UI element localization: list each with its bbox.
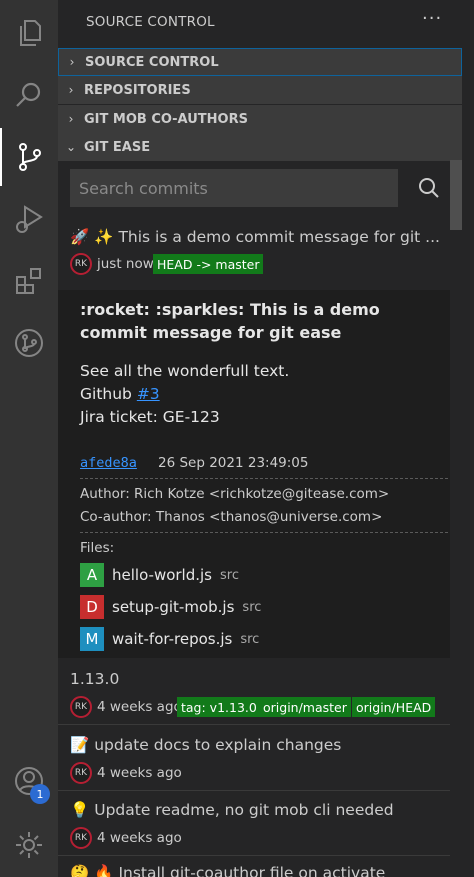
divider [58,790,450,791]
run-debug-icon[interactable] [0,190,58,248]
body-prefix: Github [80,385,137,403]
files-label: Files: [80,540,115,556]
source-control-sidebar: SOURCE CONTROL ··· › SOURCE CONTROL › RE… [58,0,474,877]
file-dir: src [242,599,262,615]
search-commits-input[interactable]: Search commits [70,169,398,207]
commit-subject[interactable]: 🤔 🔥 Install git-coauthor file on activat… [70,864,448,877]
commit-time: 4 weeks ago [97,699,182,715]
added-status-icon: A [80,563,104,587]
details-body-line: Github #3 [80,385,160,403]
commit-subject[interactable]: 💡 Update readme, no git mob cli needed [70,801,448,819]
commit-time: 4 weeks ago [97,765,182,781]
section-label: REPOSITORIES [84,82,191,98]
coauthor-line: Co-author: Thanos <thanos@universe.com> [80,509,383,525]
scrollbar-thumb[interactable] [450,160,462,230]
file-item[interactable]: M wait-for-repos.js src [80,626,259,652]
avatar: RK [70,696,92,718]
file-dir: src [220,567,239,583]
divider [80,478,448,479]
section-label: GIT EASE [84,139,151,155]
file-dir: src [240,631,260,647]
file-item[interactable]: A hello-world.js src [80,562,239,588]
avatar: RK [70,253,92,275]
file-item[interactable]: D setup-git-mob.js src [80,594,261,620]
file-name: setup-git-mob.js [112,598,235,616]
ref-tag: origin/HEAD [352,697,436,717]
git-ease-icon[interactable] [0,314,58,372]
chevron-right-icon: › [68,112,74,126]
details-body-line: See all the wonderfull text. [80,362,290,380]
details-title: :rocket: :sparkles: This is a demo commi… [80,300,380,342]
chevron-down-icon: ⌄ [65,140,77,154]
avatar: RK [70,762,92,784]
explorer-icon[interactable] [0,4,58,62]
chevron-right-icon: › [69,55,75,69]
divider [80,532,448,533]
divider [58,855,450,856]
avatar: RK [70,827,92,849]
deleted-status-icon: D [80,595,104,619]
commit-date: 26 Sep 2021 23:49:05 [158,455,309,471]
commit-time: just now [97,256,154,272]
commit-details-panel: :rocket: :sparkles: This is a demo commi… [58,290,450,658]
chevron-right-icon: › [68,83,74,97]
ref-tag: tag: v1.13.0 [177,697,261,717]
extensions-icon[interactable] [0,252,58,310]
commit-hash-link[interactable]: afede8a [80,455,137,471]
search-button[interactable] [410,169,448,207]
section-label: GIT MOB CO-AUTHORS [84,111,248,127]
section-repositories[interactable]: › REPOSITORIES [58,76,462,104]
settings-gear-icon[interactable] [0,816,58,874]
divider [58,724,450,725]
search-icon[interactable] [0,66,58,124]
ref-tag: HEAD -> master [153,254,264,274]
modified-status-icon: M [80,627,104,651]
source-control-icon[interactable] [0,128,58,186]
account-icon[interactable] [0,752,58,810]
section-label: SOURCE CONTROL [85,54,219,70]
account-badge: 1 [30,784,50,804]
commit-subject[interactable]: 🚀 ✨ This is a demo commit message for gi… [70,228,448,246]
ref-tag: origin/master [259,697,351,717]
section-git-ease[interactable]: ⌄ GIT EASE [58,133,462,161]
details-body-line: Jira ticket: GE-123 [80,408,220,426]
commit-subject[interactable]: 📝 update docs to explain changes [70,736,448,754]
more-actions-icon[interactable]: ··· [422,8,442,29]
file-name: wait-for-repos.js [112,630,233,648]
file-name: hello-world.js [112,566,212,584]
issue-link[interactable]: #3 [137,385,160,403]
sidebar-title: SOURCE CONTROL [86,14,215,30]
section-git-mob-co-authors[interactable]: › GIT MOB CO-AUTHORS [58,105,462,133]
author-line: Author: Rich Kotze <richkotze@gitease.co… [80,486,390,502]
search-icon [419,178,439,198]
section-source-control[interactable]: › SOURCE CONTROL [58,48,462,76]
commit-time: 4 weeks ago [97,830,182,846]
commit-subject[interactable]: 1.13.0 [70,670,448,688]
activity-bar: 1 [0,0,58,877]
